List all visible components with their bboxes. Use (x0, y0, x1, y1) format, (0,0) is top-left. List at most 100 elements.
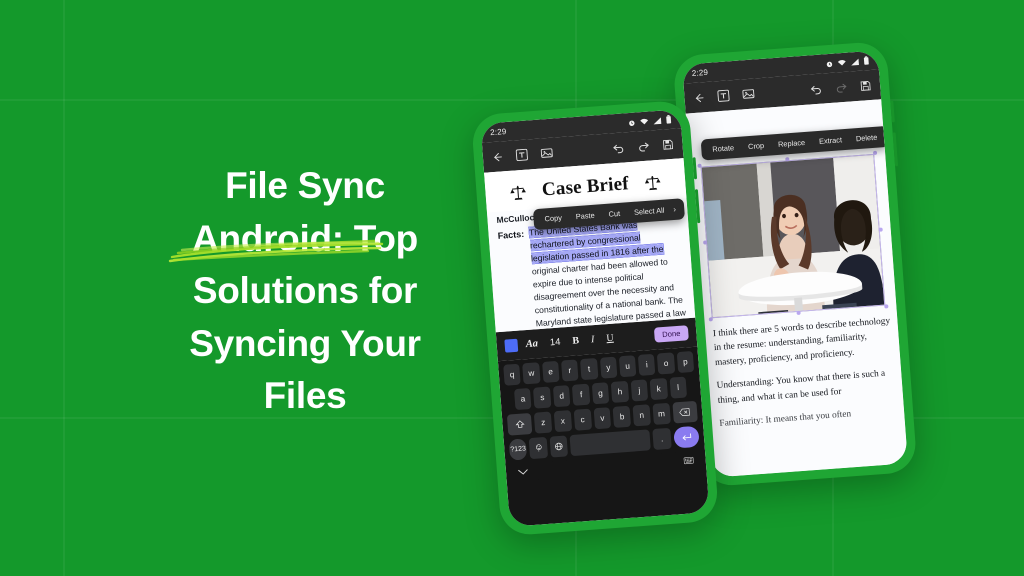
key-a[interactable]: a (514, 387, 532, 411)
save-disk-icon[interactable] (662, 138, 674, 150)
redo-icon[interactable] (637, 140, 650, 153)
text-color-swatch[interactable] (504, 338, 519, 353)
back-arrow-icon[interactable] (693, 92, 705, 104)
chevron-down-icon[interactable] (518, 468, 528, 476)
period-key[interactable]: . (652, 427, 672, 451)
photo-illustration (700, 153, 886, 319)
emoji-icon[interactable] (529, 436, 548, 460)
done-button[interactable]: Done (653, 325, 689, 343)
key-m[interactable]: m (652, 402, 671, 425)
undo-icon[interactable] (612, 141, 625, 154)
phone-mockup-left: 2:29 Case Brief McCulloch Copy Paste Cut… (470, 99, 720, 537)
document-paragraph: Understanding: You know that there is su… (716, 368, 886, 406)
context-menu-item-cut[interactable]: Cut (601, 208, 627, 219)
backspace-icon[interactable] (672, 400, 698, 424)
undo-icon[interactable] (810, 83, 823, 96)
status-time: 2:29 (489, 126, 507, 138)
battery-icon (863, 56, 869, 65)
key-v[interactable]: v (593, 407, 612, 430)
key-d[interactable]: d (552, 385, 571, 408)
selected-image-wrapper[interactable] (697, 150, 889, 322)
key-s[interactable]: s (533, 386, 552, 409)
alarm-icon (826, 61, 833, 67)
key-h[interactable]: h (610, 380, 629, 403)
key-l[interactable]: l (669, 376, 688, 399)
grid-line-vertical (63, 0, 65, 576)
back-arrow-icon[interactable] (492, 151, 504, 163)
key-t[interactable]: t (580, 358, 598, 381)
font-size-value[interactable]: 14 (546, 336, 565, 349)
font-family-button[interactable]: Aa (521, 338, 542, 350)
italic-button[interactable]: I (587, 334, 599, 346)
keyboard-switch-icon[interactable] (683, 451, 694, 470)
key-j[interactable]: j (630, 379, 649, 402)
bold-button[interactable]: B (568, 335, 583, 347)
image-handle-bottom-right[interactable] (884, 304, 889, 309)
context-menu-item-paste[interactable]: Paste (568, 210, 601, 221)
status-system-icons (825, 56, 870, 68)
status-time: 2:29 (691, 67, 709, 79)
insert-image-icon[interactable] (742, 88, 755, 101)
status-system-icons (627, 115, 672, 127)
on-screen-keyboard[interactable]: q w e r t y u i o p a s d f g h j k l z … (497, 346, 710, 527)
scales-of-justice-icon (645, 175, 661, 190)
key-n[interactable]: n (632, 404, 651, 427)
document-body: Facts: The United States Bank was rechar… (488, 211, 695, 332)
context-menu-item-rotate[interactable]: Rotate (705, 143, 741, 155)
symbols-key[interactable]: ?123 (508, 438, 528, 461)
facts-text[interactable]: The United States Bank was rechartered b… (528, 216, 691, 332)
context-menu-item-select-all[interactable]: Select All (627, 205, 672, 217)
signal-icon (653, 116, 662, 124)
embedded-photo[interactable] (700, 153, 886, 319)
context-menu-item-replace[interactable]: Replace (771, 137, 813, 149)
phone-button-volume[interactable] (890, 100, 895, 123)
document-area[interactable]: Case Brief McCulloch v. Maryland Copy (484, 158, 696, 333)
document-title: Case Brief (541, 173, 630, 201)
key-c[interactable]: c (573, 408, 592, 431)
page-title: File Sync Android: Top Solutions for Syn… (189, 165, 421, 417)
key-x[interactable]: x (553, 410, 573, 433)
context-menu-item-crop[interactable]: Crop (741, 140, 772, 151)
alarm-icon (629, 120, 635, 126)
wifi-icon (837, 59, 846, 66)
key-u[interactable]: u (618, 355, 637, 378)
context-menu-overflow-chevron-icon[interactable]: › (671, 204, 680, 214)
battery-icon (666, 115, 672, 124)
key-b[interactable]: b (612, 405, 632, 428)
image-handle-top-right[interactable] (872, 150, 878, 155)
context-menu-item-delete[interactable]: Delete (849, 132, 885, 144)
key-g[interactable]: g (591, 382, 610, 405)
enter-icon[interactable] (672, 425, 700, 449)
key-k[interactable]: k (649, 377, 668, 401)
text-format-icon[interactable] (515, 148, 528, 162)
redo-icon[interactable] (835, 81, 848, 94)
key-q[interactable]: q (503, 363, 521, 386)
underline-button[interactable]: U (602, 332, 618, 345)
key-p[interactable]: p (676, 350, 695, 374)
phone-button-power[interactable] (892, 132, 899, 167)
document-area[interactable]: Rotate Crop Replace Extract Delete I thi… (685, 99, 908, 478)
key-i[interactable]: i (637, 353, 656, 376)
key-z[interactable]: z (534, 411, 553, 434)
image-handle-bottom-center[interactable] (796, 310, 801, 316)
wifi-icon (640, 118, 649, 124)
globe-icon[interactable] (549, 435, 569, 458)
key-f[interactable]: f (572, 383, 591, 406)
key-r[interactable]: r (560, 359, 579, 382)
context-menu-item-extract[interactable]: Extract (812, 135, 850, 147)
signal-icon (851, 58, 859, 66)
text-format-icon[interactable] (717, 89, 730, 102)
key-w[interactable]: w (522, 362, 541, 385)
image-handle-middle-right[interactable] (878, 227, 883, 232)
slide-canvas: File Sync Android: Top Solutions for Syn… (0, 0, 1024, 576)
scales-of-justice-icon (509, 185, 526, 200)
space-key[interactable] (569, 429, 652, 457)
shift-icon[interactable] (506, 412, 533, 436)
key-e[interactable]: e (541, 360, 560, 383)
key-y[interactable]: y (599, 356, 618, 379)
context-menu-item-copy[interactable]: Copy (537, 213, 569, 224)
save-disk-icon[interactable] (860, 79, 872, 91)
key-o[interactable]: o (657, 352, 675, 375)
image-handle-bottom-left[interactable] (708, 317, 713, 322)
insert-image-icon[interactable] (540, 147, 553, 160)
